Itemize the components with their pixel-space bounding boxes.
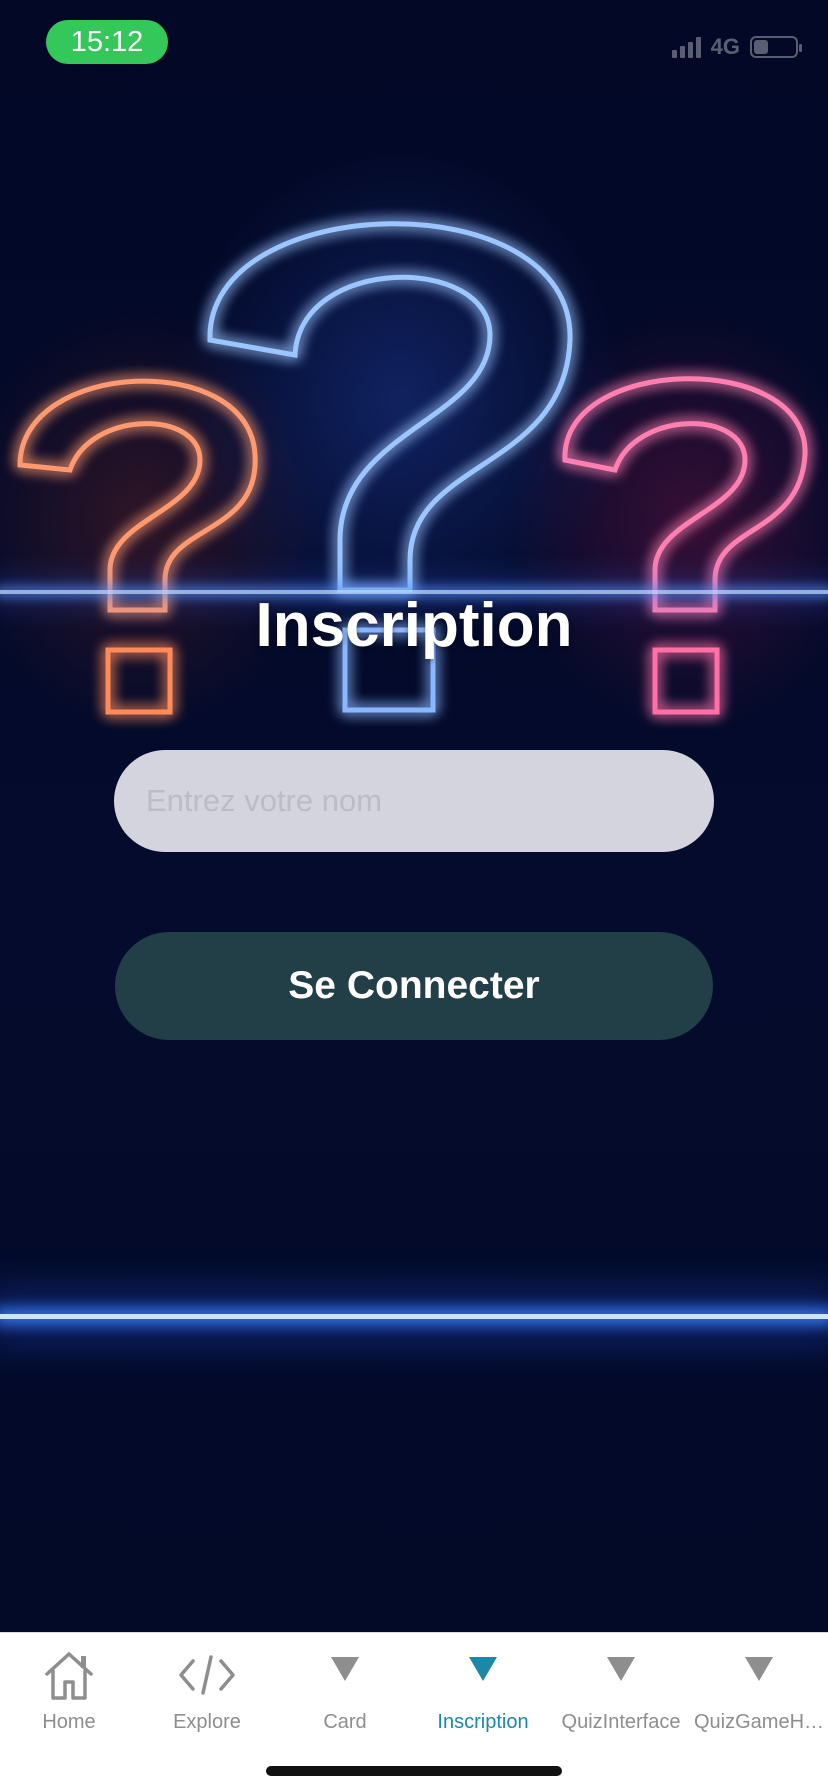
app-screen: 15:12 4G Inscription Se Connecter Home bbox=[0, 0, 828, 1792]
signal-icon bbox=[671, 36, 701, 58]
page-title: Inscription bbox=[255, 591, 573, 660]
tab-label: Explore bbox=[173, 1711, 241, 1733]
tab-label: Home bbox=[42, 1711, 96, 1733]
triangle-down-icon bbox=[276, 1647, 414, 1703]
tab-label: QuizGameH… bbox=[693, 1711, 825, 1733]
neon-line-bottom bbox=[0, 1314, 828, 1319]
tab-card[interactable]: Card bbox=[276, 1633, 414, 1743]
network-type: 4G bbox=[710, 34, 740, 59]
battery-icon bbox=[750, 36, 802, 58]
tab-explore[interactable]: Explore bbox=[138, 1633, 276, 1743]
triangle-down-icon bbox=[414, 1647, 552, 1703]
home-icon bbox=[0, 1647, 138, 1703]
tab-inscription[interactable]: Inscription bbox=[414, 1633, 552, 1743]
name-input[interactable] bbox=[114, 750, 714, 852]
triangle-down-icon bbox=[690, 1647, 828, 1703]
status-time: 15:12 bbox=[46, 20, 168, 64]
tab-home[interactable]: Home bbox=[0, 1633, 138, 1743]
tab-label: Inscription bbox=[437, 1711, 529, 1733]
triangle-down-icon bbox=[552, 1647, 690, 1703]
tab-quizinterface[interactable]: QuizInterface bbox=[552, 1633, 690, 1743]
connect-button[interactable]: Se Connecter bbox=[115, 932, 713, 1040]
tab-quizgame[interactable]: QuizGameH… bbox=[690, 1633, 828, 1743]
tab-label: QuizInterface bbox=[561, 1711, 681, 1733]
status-indicators: 4G bbox=[671, 34, 802, 60]
tab-label: Card bbox=[323, 1711, 367, 1733]
code-icon bbox=[138, 1647, 276, 1703]
home-indicator[interactable] bbox=[266, 1766, 562, 1776]
